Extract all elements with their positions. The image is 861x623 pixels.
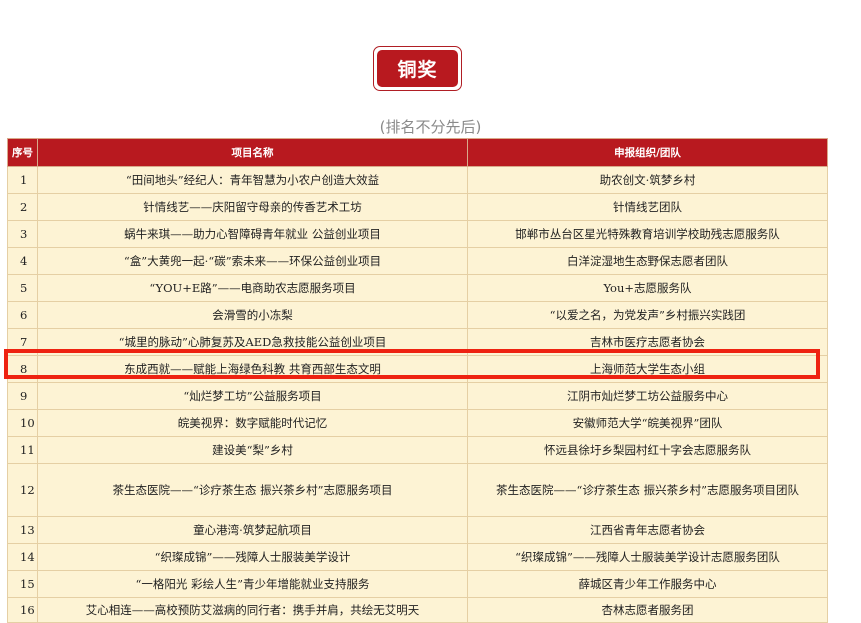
row-project: 针情线艺——庆阳留守母亲的传香艺术工坊: [37, 193, 468, 221]
table-row: 15 “一格阳光 彩绘人生”青少年增能就业支持服务 薛城区青少年工作服务中心: [7, 570, 828, 598]
table-row: 9 “灿烂梦工坊”公益服务项目 江阴市灿烂梦工坊公益服务中心: [7, 382, 828, 410]
row-team: You+志愿服务队: [467, 274, 828, 302]
row-no: 7: [7, 328, 38, 356]
row-no: 9: [7, 382, 38, 410]
row-project: “一格阳光 彩绘人生”青少年增能就业支持服务: [37, 570, 468, 598]
row-team: 薛城区青少年工作服务中心: [467, 570, 828, 598]
row-project: “织璨成锦”——残障人士服装美学设计: [37, 543, 468, 571]
row-project: “田间地头”经纪人：青年智慧为小农户创造大效益: [37, 166, 468, 194]
row-project: 会滑雪的小冻梨: [37, 301, 468, 329]
row-project: 东成西就——赋能上海绿色科教 共育西部生态文明: [37, 355, 468, 383]
row-project: “灿烂梦工坊”公益服务项目: [37, 382, 468, 410]
table-row: 4 “盒”大黄兜一起·“碳”索未来——环保公益创业项目 白洋淀湿地生态野保志愿者团队: [7, 247, 828, 275]
row-team: 吉林市医疗志愿者协会: [467, 328, 828, 356]
row-no: 14: [7, 543, 38, 571]
row-project: 蜗牛来琪——助力心智障碍青年就业 公益创业项目: [37, 220, 468, 248]
row-project: 建设美“梨”乡村: [37, 436, 468, 464]
row-team: 茶生态医院——“诊疗茶生态 振兴茶乡村”志愿服务项目团队: [467, 463, 828, 517]
table-row: 7 “城里的脉动”心肺复苏及AED急救技能公益创业项目 吉林市医疗志愿者协会: [7, 328, 828, 356]
row-no: 15: [7, 570, 38, 598]
table-row: 10 皖美视界：数字赋能时代记忆 安徽师范大学“皖美视界”团队: [7, 409, 828, 437]
table-row: 14 “织璨成锦”——残障人士服装美学设计 “织璨成锦”——残障人士服装美学设计志愿…: [7, 543, 828, 571]
award-badge: 铜奖: [373, 46, 462, 91]
row-no: 4: [7, 247, 38, 275]
row-project: 茶生态医院——“诊疗茶生态 振兴茶乡村”志愿服务项目: [37, 463, 468, 517]
row-team: 白洋淀湿地生态野保志愿者团队: [467, 247, 828, 275]
table-row: 3 蜗牛来琪——助力心智障碍青年就业 公益创业项目 邯郸市丛台区星光特殊教育培训学校…: [7, 220, 828, 248]
table-row: 11 建设美“梨”乡村 怀远县徐圩乡梨园村红十字会志愿服务队: [7, 436, 828, 464]
header-team: 申报组织/团队: [467, 138, 828, 167]
row-project: 童心港湾·筑梦起航项目: [37, 516, 468, 544]
row-project: “YOU+E路”——电商助农志愿服务项目: [37, 274, 468, 302]
row-team: “织璨成锦”——残障人士服装美学设计志愿服务团队: [467, 543, 828, 571]
row-team: 邯郸市丛台区星光特殊教育培训学校助残志愿服务队: [467, 220, 828, 248]
row-no: 10: [7, 409, 38, 437]
row-no: 11: [7, 436, 38, 464]
table-row: 2 针情线艺——庆阳留守母亲的传香艺术工坊 针情线艺团队: [7, 193, 828, 221]
award-title: 铜奖: [377, 50, 458, 87]
table-row: 13 童心港湾·筑梦起航项目 江西省青年志愿者协会: [7, 516, 828, 544]
table-row: 6 会滑雪的小冻梨 “以爱之名，为党发声”乡村振兴实践团: [7, 301, 828, 329]
row-no: 12: [7, 463, 38, 517]
table-row: 5 “YOU+E路”——电商助农志愿服务项目 You+志愿服务队: [7, 274, 828, 302]
row-team: 怀远县徐圩乡梨园村红十字会志愿服务队: [467, 436, 828, 464]
row-team: “以爱之名，为党发声”乡村振兴实践团: [467, 301, 828, 329]
table-header-row: 序号 项目名称 申报组织/团队: [7, 138, 828, 167]
table-row-highlighted: 8 东成西就——赋能上海绿色科教 共育西部生态文明 上海师范大学生态小组: [7, 355, 828, 383]
row-no: 2: [7, 193, 38, 221]
header-no: 序号: [7, 138, 38, 167]
row-team: 安徽师范大学“皖美视界”团队: [467, 409, 828, 437]
row-team: 助农创文·筑梦乡村: [467, 166, 828, 194]
row-project: 皖美视界：数字赋能时代记忆: [37, 409, 468, 437]
header-project: 项目名称: [37, 138, 468, 167]
row-no: 8: [7, 355, 38, 383]
award-table: 序号 项目名称 申报组织/团队 1 “田间地头”经纪人：青年智慧为小农户创造大效益…: [7, 138, 828, 623]
row-team: 针情线艺团队: [467, 193, 828, 221]
row-no: 6: [7, 301, 38, 329]
row-project: 艾心相连——高校预防艾滋病的同行者：携手并肩，共绘无艾明天: [37, 597, 468, 623]
table-row: 1 “田间地头”经纪人：青年智慧为小农户创造大效益 助农创文·筑梦乡村: [7, 166, 828, 194]
row-team: 上海师范大学生态小组: [467, 355, 828, 383]
row-project: “城里的脉动”心肺复苏及AED急救技能公益创业项目: [37, 328, 468, 356]
row-no: 1: [7, 166, 38, 194]
table-row: 12 茶生态医院——“诊疗茶生态 振兴茶乡村”志愿服务项目 茶生态医院——“诊疗茶生…: [7, 463, 828, 517]
row-no: 3: [7, 220, 38, 248]
table-row: 16 艾心相连——高校预防艾滋病的同行者：携手并肩，共绘无艾明天 杏林志愿者服务团: [7, 597, 828, 623]
row-team: 江阴市灿烂梦工坊公益服务中心: [467, 382, 828, 410]
row-no: 5: [7, 274, 38, 302]
ranking-note: (排名不分先后): [379, 118, 482, 136]
row-no: 13: [7, 516, 38, 544]
row-team: 杏林志愿者服务团: [467, 597, 828, 623]
row-no: 16: [7, 597, 38, 623]
row-team: 江西省青年志愿者协会: [467, 516, 828, 544]
row-project: “盒”大黄兜一起·“碳”索未来——环保公益创业项目: [37, 247, 468, 275]
